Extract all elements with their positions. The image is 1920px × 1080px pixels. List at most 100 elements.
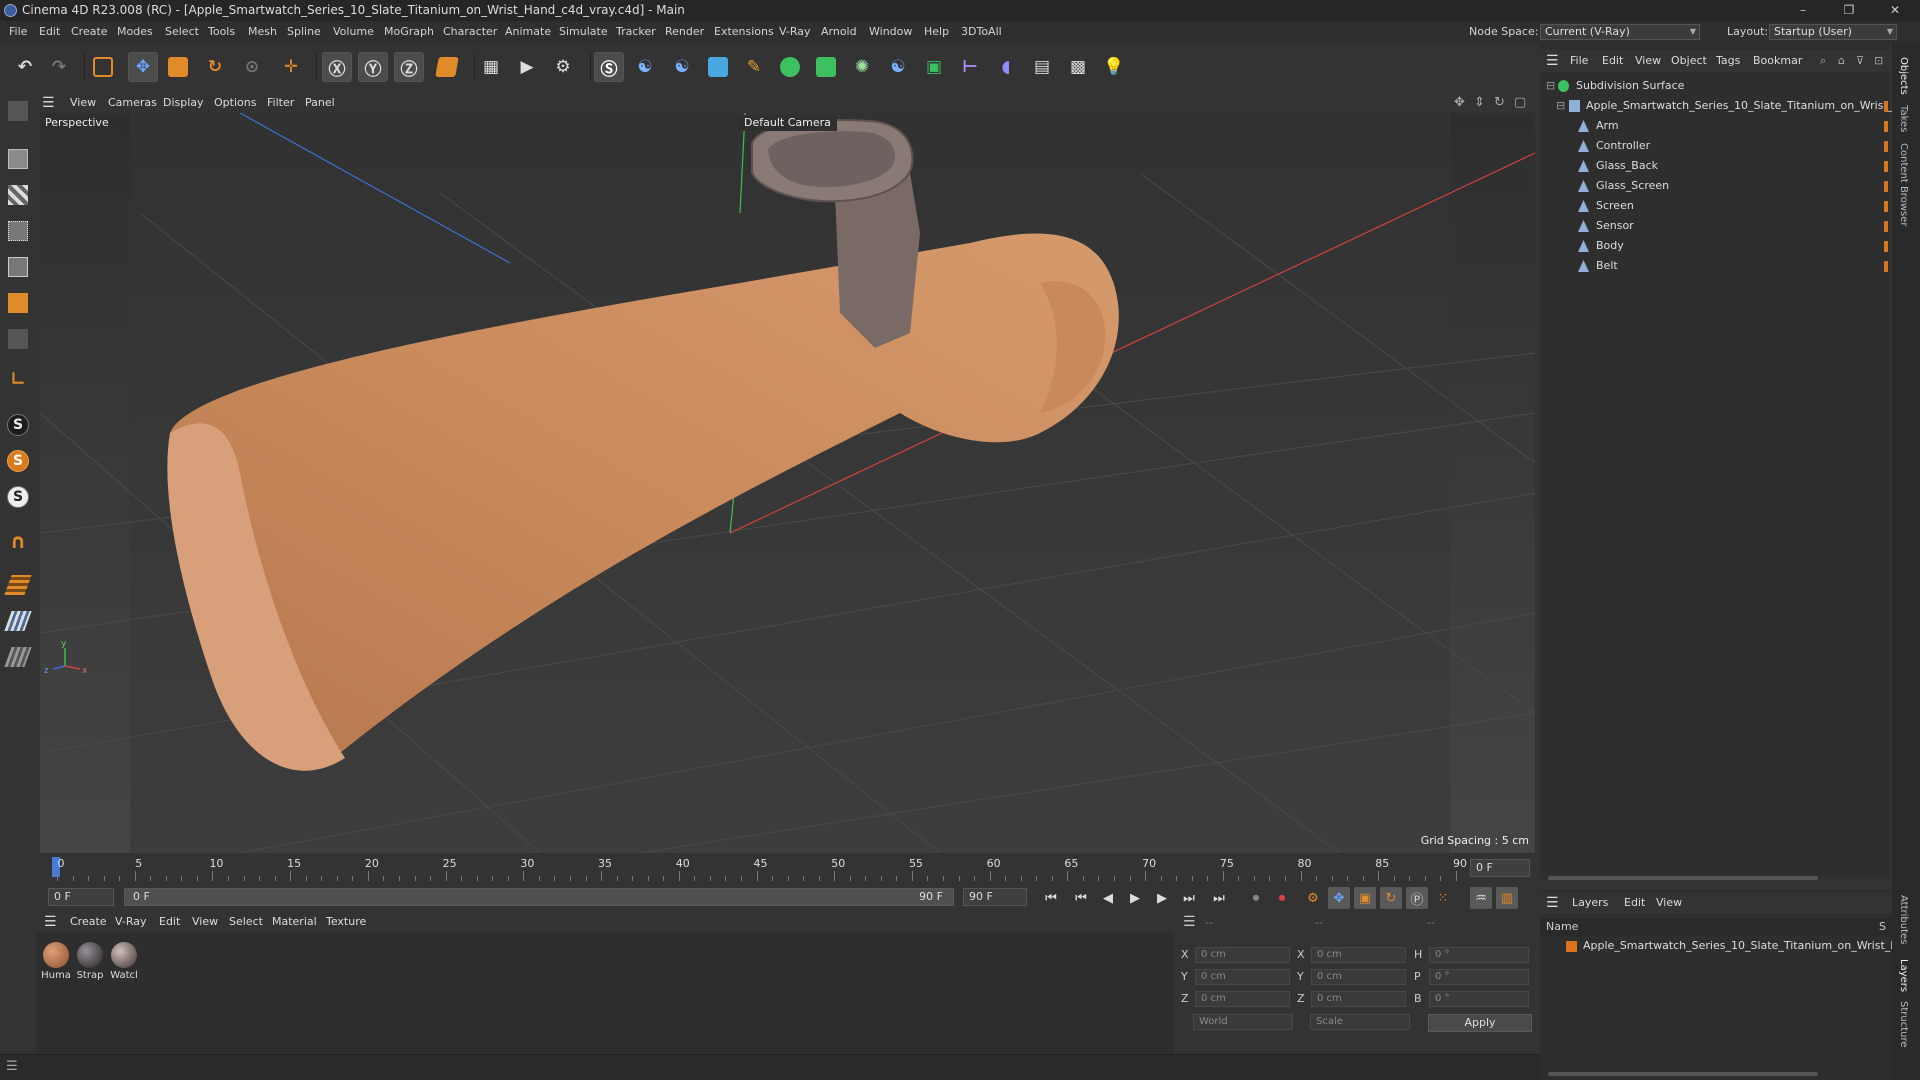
layer-row[interactable]: Apple_Smartwatch_Series_10_Slate_Titaniu…: [1540, 936, 1919, 956]
prev-frame-button[interactable]: ◀: [1097, 887, 1119, 909]
menu-mesh[interactable]: Mesh: [248, 21, 277, 43]
viewport-menu-panel[interactable]: Panel: [305, 93, 335, 113]
frame-range-slider[interactable]: 0 F 90 F: [124, 888, 954, 906]
tab-takes[interactable]: Takes: [1898, 105, 1909, 132]
apply-button[interactable]: Apply: [1428, 1014, 1532, 1032]
parameter-track-button[interactable]: Ⓟ: [1406, 887, 1428, 909]
planar-workplane-button[interactable]: [4, 607, 32, 635]
material-menu-material[interactable]: Material: [272, 912, 317, 932]
render-settings-button[interactable]: ⚙: [548, 52, 578, 82]
axis-mode-button[interactable]: ∟: [4, 365, 32, 393]
viewport-zoom-icon[interactable]: ⇕: [1474, 93, 1485, 113]
live-selection-button[interactable]: [88, 52, 118, 82]
tree-row-sensor[interactable]: Sensor: [1540, 216, 1892, 236]
menu-modes[interactable]: Modes: [117, 21, 153, 43]
close-button[interactable]: ✕: [1872, 0, 1918, 21]
tree-row-subdivision-surface[interactable]: ⊟ Subdivision Surface: [1540, 76, 1892, 96]
deformer-button[interactable]: ⊢: [955, 52, 985, 82]
material-menu-edit[interactable]: Edit: [159, 912, 180, 932]
restore-button[interactable]: ❐: [1826, 0, 1872, 21]
texture-mode-button[interactable]: [4, 181, 32, 209]
material-swatch-watch[interactable]: Watcl: [109, 942, 139, 981]
object-menu-edit[interactable]: Edit: [1602, 50, 1623, 72]
perspective-viewport[interactable]: y x z Perspective Default Camera Grid Sp…: [40, 113, 1535, 853]
size-x-field[interactable]: 0 cm: [1311, 947, 1406, 963]
edges-mode-button[interactable]: [4, 253, 32, 281]
tree-row-body[interactable]: Body: [1540, 236, 1892, 256]
menu-select[interactable]: Select: [165, 21, 199, 43]
layers-menu-view[interactable]: View: [1656, 892, 1682, 914]
play-button[interactable]: ▶: [1124, 887, 1146, 909]
object-menu-bookmarks[interactable]: Bookmar: [1753, 50, 1802, 72]
start-frame-field[interactable]: 0 F: [48, 888, 114, 906]
recent-tool-button[interactable]: ⊙: [237, 52, 267, 82]
end-frame-field[interactable]: 90 F: [963, 888, 1027, 906]
key-selection-button[interactable]: ⚙: [1302, 887, 1324, 909]
magnet-button[interactable]: ∩: [4, 527, 32, 555]
tree-row-group[interactable]: ⊟ Apple_Smartwatch_Series_10_Slate_Titan…: [1540, 96, 1920, 116]
viewport-move-icon[interactable]: ✥: [1454, 93, 1465, 113]
material-menu-select[interactable]: Select: [229, 912, 263, 932]
pen-spline-button[interactable]: ✎: [739, 52, 769, 82]
coordinate-system-button[interactable]: [432, 52, 462, 82]
menu-character[interactable]: Character: [443, 21, 497, 43]
layers-menu-layers[interactable]: Layers: [1572, 892, 1608, 914]
menu-window[interactable]: Window: [869, 21, 912, 43]
redo-button[interactable]: ↷: [44, 52, 74, 82]
polygons-mode-button[interactable]: [4, 289, 32, 317]
python-script-button-3[interactable]: ☯: [883, 52, 913, 82]
node-space-dropdown[interactable]: Current (V-Ray) ▼: [1540, 24, 1700, 40]
scale-track-button[interactable]: ▣: [1354, 887, 1376, 909]
autokey-button[interactable]: ⏺: [1271, 887, 1293, 909]
material-swatch-strap[interactable]: Strap: [75, 942, 105, 981]
status-menu-icon[interactable]: ☰: [6, 1059, 18, 1074]
floor-button[interactable]: ▤: [1027, 52, 1057, 82]
next-frame-button[interactable]: ▶: [1151, 887, 1173, 909]
timeline-ruler[interactable]: 0 5 10 15 20 25 30 35 40 45 50 55 60 65 70 75 80 85 90 0 F: [40, 855, 1535, 883]
tab-objects[interactable]: Objects: [1898, 57, 1909, 95]
object-hamburger-icon[interactable]: ☰: [1546, 50, 1559, 72]
rot-b-field[interactable]: 0 °: [1429, 991, 1529, 1007]
size-mode-dropdown[interactable]: Scale: [1310, 1014, 1410, 1030]
menu-help[interactable]: Help: [924, 21, 949, 43]
prev-key-button[interactable]: ⏮: [1070, 887, 1092, 909]
tree-row-arm[interactable]: Arm: [1540, 116, 1892, 136]
pos-z-field[interactable]: 0 cm: [1195, 991, 1290, 1007]
uv-mode-button[interactable]: [4, 325, 32, 353]
viewport-menu-display[interactable]: Display: [163, 93, 204, 113]
size-y-field[interactable]: 0 cm: [1311, 969, 1406, 985]
viewport-menu-filter[interactable]: Filter: [267, 93, 294, 113]
field-button[interactable]: ◖: [991, 52, 1021, 82]
goto-end-button[interactable]: ⏭: [1208, 887, 1230, 909]
object-menu-tags[interactable]: Tags: [1716, 50, 1740, 72]
material-menu-texture[interactable]: Texture: [326, 912, 366, 932]
transform-tool-button[interactable]: ✛: [276, 52, 306, 82]
rotation-track-button[interactable]: ↻: [1380, 887, 1402, 909]
tab-structure[interactable]: Structure: [1898, 1001, 1909, 1048]
record-keys-button[interactable]: ⏺: [1245, 887, 1267, 909]
rotate-tool-button[interactable]: ↻: [200, 52, 230, 82]
point-level-button[interactable]: ⁙: [1432, 887, 1454, 909]
snap-button-3[interactable]: S: [4, 483, 32, 511]
material-menu-create[interactable]: Create: [70, 912, 107, 932]
vray-button[interactable]: Ⓢ: [594, 52, 624, 82]
mograph-button[interactable]: ▣: [919, 52, 949, 82]
motion-system-button[interactable]: ♒: [1470, 887, 1492, 909]
make-editable-button[interactable]: [4, 97, 32, 125]
material-hamburger-icon[interactable]: ☰: [44, 912, 57, 932]
scale-tool-button[interactable]: [163, 52, 193, 82]
viewport-maximize-icon[interactable]: ▢: [1514, 93, 1526, 113]
new-window-icon[interactable]: ⊡: [1874, 50, 1883, 72]
material-swatch-human[interactable]: Huma: [41, 942, 71, 981]
menu-file[interactable]: File: [9, 21, 27, 43]
menu-edit[interactable]: Edit: [39, 21, 60, 43]
menu-render[interactable]: Render: [665, 21, 704, 43]
rot-p-field[interactable]: 0 °: [1429, 969, 1529, 985]
subdivision-button[interactable]: [775, 52, 805, 82]
tab-layers[interactable]: Layers: [1898, 959, 1909, 992]
snap-button-2[interactable]: S: [4, 447, 32, 475]
minimize-button[interactable]: –: [1780, 0, 1826, 21]
viewport-hamburger-icon[interactable]: ☰: [42, 93, 55, 113]
next-key-button[interactable]: ⏭: [1178, 887, 1200, 909]
menu-spline[interactable]: Spline: [287, 21, 321, 43]
